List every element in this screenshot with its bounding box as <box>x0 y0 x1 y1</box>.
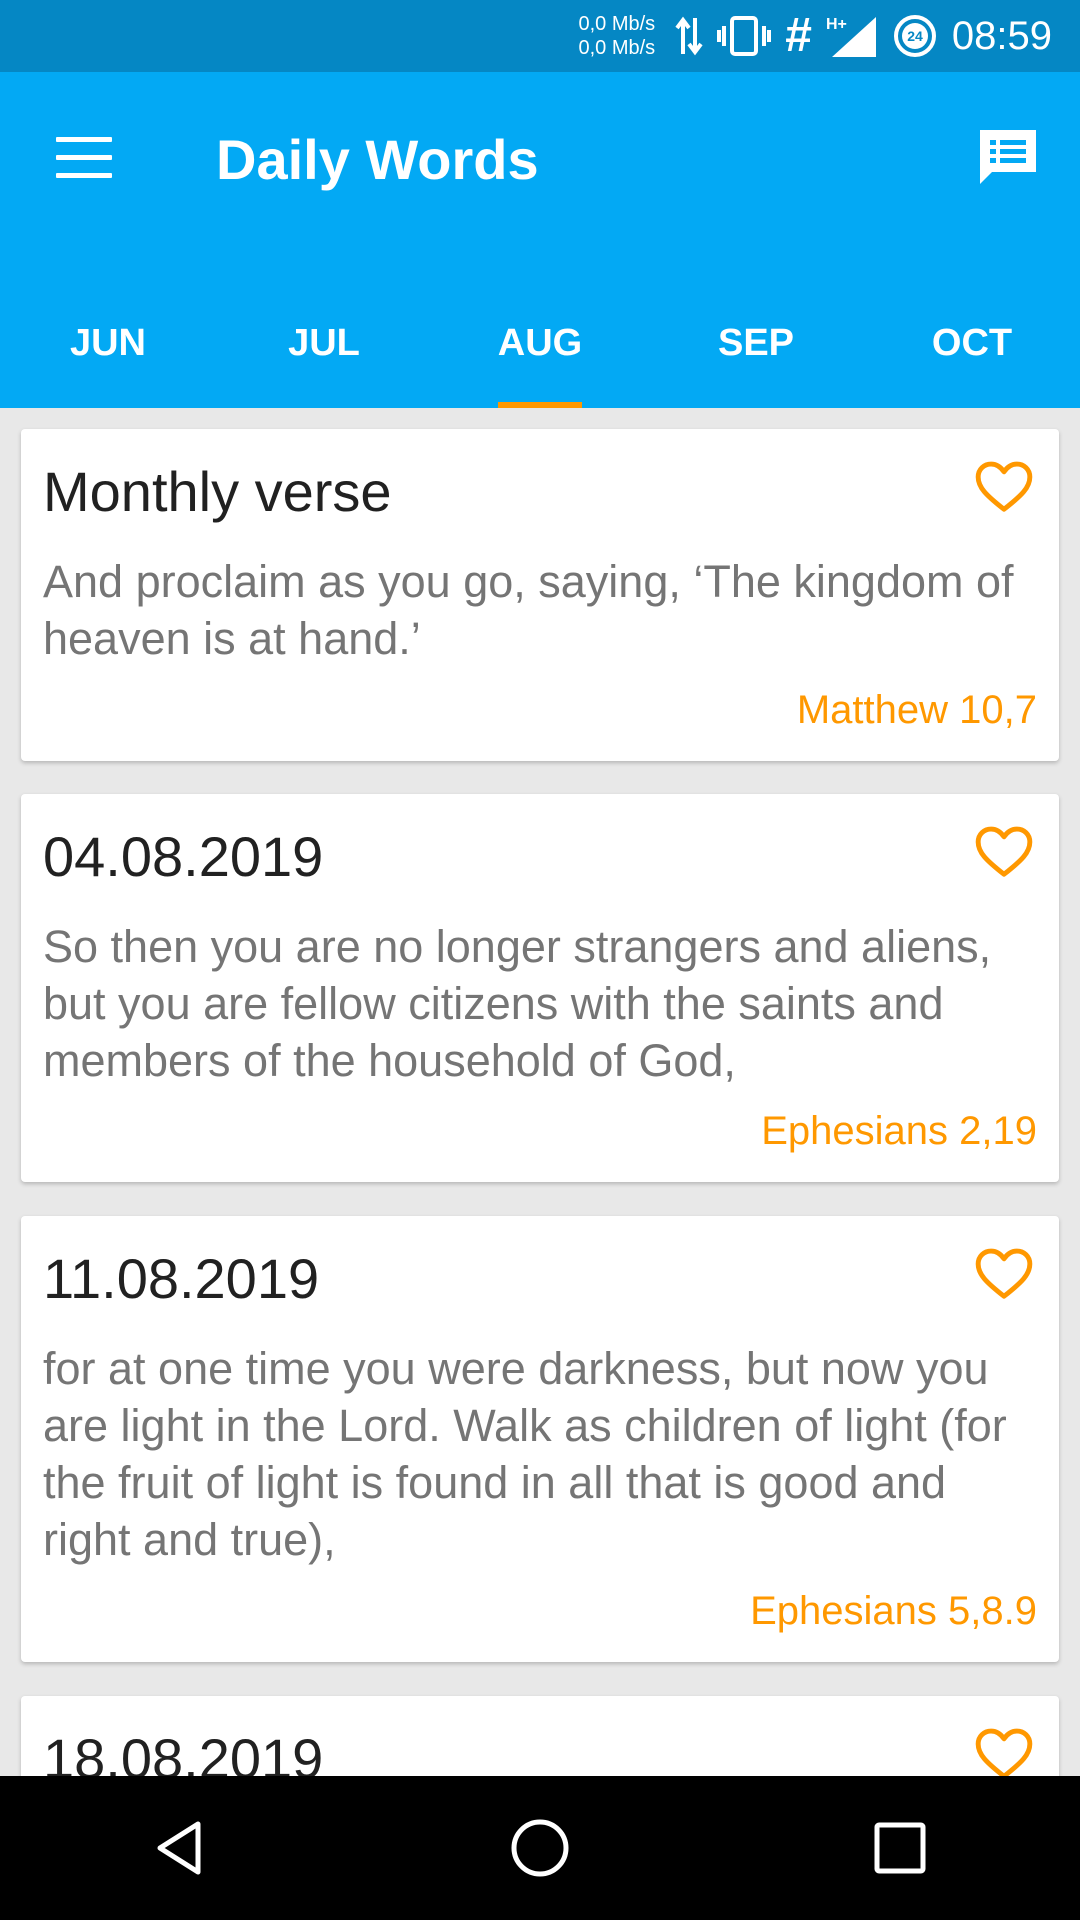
favorite-heart-icon[interactable] <box>973 455 1035 517</box>
app-title: Daily Words <box>216 128 539 191</box>
favorite-heart-icon[interactable] <box>973 820 1035 882</box>
verse-reference[interactable]: Ephesians 5,8.9 <box>750 1589 1037 1634</box>
tab-label: AUG <box>497 322 583 364</box>
tab-aug[interactable]: AUG <box>432 287 648 408</box>
svg-text:H+: H+ <box>826 16 847 33</box>
verse-text: And proclaim as you go, saying, ‘The kin… <box>43 556 1014 664</box>
card-title: 11.08.2019 <box>43 1247 320 1310</box>
verse-reference[interactable]: Ephesians 2,19 <box>761 1109 1037 1154</box>
recents-icon[interactable] <box>850 1798 950 1898</box>
card-title: Monthly verse <box>43 460 392 523</box>
verse-text: So then you are no longer strangers and … <box>43 921 992 1086</box>
chat-list-icon[interactable] <box>976 126 1040 190</box>
tab-label: SEP <box>717 322 795 364</box>
home-icon[interactable] <box>490 1798 590 1898</box>
status-bar: 0,0 Mb/s 0,0 Mb/s # H+ 24 08:59 <box>0 0 1080 72</box>
tab-label: JUN <box>69 322 147 364</box>
tab-label: OCT <box>931 322 1013 364</box>
verse-text: for at one time you were darkness, but n… <box>43 1343 1007 1565</box>
vibrate-icon <box>717 14 772 58</box>
hash-icon: # <box>785 9 812 62</box>
tab-sep[interactable]: SEP <box>648 287 864 408</box>
tab-jul[interactable]: JUL <box>216 287 432 408</box>
data-transfer-icon <box>675 14 703 58</box>
verse-card[interactable]: 11.08.2019 for at one time you were dark… <box>21 1216 1059 1662</box>
network-speed: 0,0 Mb/s 0,0 Mb/s <box>578 12 655 60</box>
signal-icon: H+ <box>826 13 878 59</box>
month-tabs: JUN JUL AUG SEP OCT <box>0 287 1080 408</box>
clock: 08:59 <box>951 13 1052 58</box>
verse-card[interactable]: Monthly verse And proclaim as you go, sa… <box>21 429 1059 761</box>
tab-jun[interactable]: JUN <box>0 287 216 408</box>
system-nav-bar <box>0 1776 1080 1920</box>
favorite-heart-icon[interactable] <box>973 1722 1035 1776</box>
net-speed-down: 0,0 Mb/s <box>578 37 656 59</box>
svg-text:24: 24 <box>907 28 923 44</box>
card-title: 18.08.2019 <box>43 1727 324 1776</box>
verse-reference[interactable]: Matthew 10,7 <box>797 688 1037 733</box>
data-saver-icon: 24 <box>892 13 938 59</box>
card-title: 04.08.2019 <box>43 825 324 888</box>
hamburger-menu-icon[interactable] <box>56 137 112 181</box>
tab-oct[interactable]: OCT <box>864 287 1080 408</box>
back-icon[interactable] <box>130 1798 230 1898</box>
verse-card[interactable]: 04.08.2019 So then you are no longer str… <box>21 794 1059 1182</box>
tab-label: JUL <box>288 322 360 364</box>
net-speed-up: 0,0 Mb/s <box>578 13 656 35</box>
favorite-heart-icon[interactable] <box>973 1242 1035 1304</box>
verse-card[interactable]: 18.08.2019 <box>21 1696 1059 1776</box>
verse-list[interactable]: Monthly verse And proclaim as you go, sa… <box>0 408 1080 1776</box>
app-bar: Daily Words JUN JUL AUG SEP OCT <box>0 72 1080 408</box>
